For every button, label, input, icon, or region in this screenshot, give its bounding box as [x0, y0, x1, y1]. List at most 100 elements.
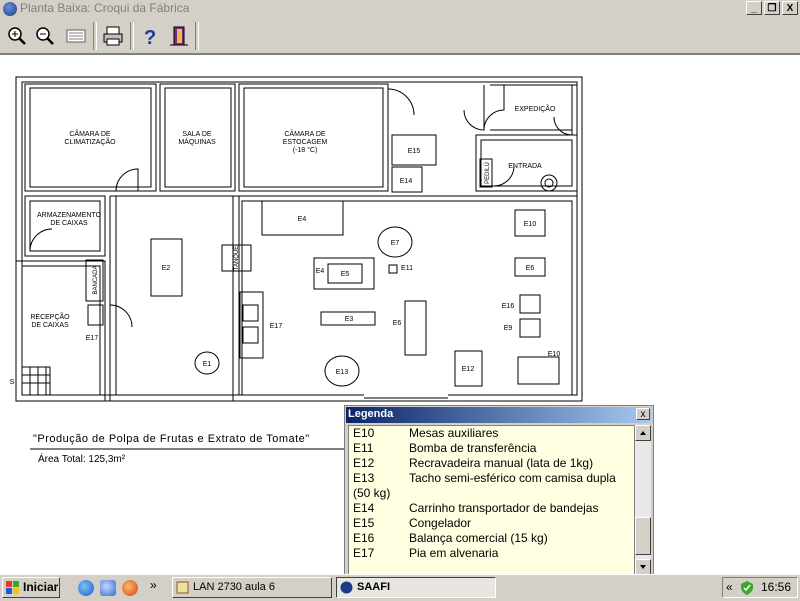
equipment-label: E10 [548, 351, 561, 358]
legend-window[interactable]: Legenda x E10 Mesas auxiliares E11 Bomba d… [344, 405, 654, 577]
equipment-label: E14 [400, 178, 413, 185]
security-shield-icon[interactable] [739, 580, 755, 596]
equipment-label: E2 [162, 265, 171, 272]
legend-desc: Carrinho transportador de bandejas [409, 501, 599, 515]
legend-desc: Mesas auxiliares [409, 426, 499, 440]
room-label: SALA DE [182, 131, 212, 138]
legend-desc: Tacho semi-esférico com camisa dupla [409, 471, 616, 485]
room-label: ESTOCAGEM [283, 139, 328, 146]
start-button[interactable]: Iniciar [2, 577, 60, 598]
legend-desc: Congelador [409, 516, 472, 530]
equipment-label: E17 [270, 323, 283, 330]
maximize-button[interactable]: ❐ [764, 1, 780, 15]
window-title: Planta Baixa: Croqui da Fábrica [20, 1, 190, 15]
title-bar: Planta Baixa: Croqui da Fábrica _ ❐ X [0, 0, 800, 18]
room-label: DE CAIXAS [50, 220, 88, 227]
scroll-thumb[interactable] [635, 517, 651, 555]
legend-code: E15 [353, 516, 375, 530]
legend-desc-continued: (50 kg) [353, 486, 391, 500]
equipment-label: E13 [336, 369, 349, 376]
task-saafi[interactable]: SAAFI [336, 577, 496, 598]
legend-item: E12 Recravadeira manual (lata de 1kg) [349, 456, 634, 471]
room-label: RECEPÇÃO [30, 312, 70, 321]
quicklaunch-chevron[interactable]: » [150, 578, 157, 592]
arrow-down-icon [640, 565, 646, 569]
legend-desc: Recravadeira manual (lata de 1kg) [409, 456, 594, 470]
room-label: CLIMATIZAÇÃO [64, 137, 116, 146]
document-icon [176, 581, 189, 594]
legend-item: E16 Balança comercial (15 kg) [349, 531, 634, 546]
plan-caption: "Produção de Polpa de Frutas e Extrato d… [33, 433, 310, 445]
equipment-label: E9 [504, 325, 513, 332]
print-icon [103, 26, 123, 46]
legend-desc: Bomba de transferência [409, 441, 537, 455]
legend-item: E11 Bomba de transferência [349, 441, 634, 456]
internet-explorer-icon[interactable] [78, 580, 94, 596]
room-label: DE CAIXAS [31, 322, 69, 329]
room-label: ENTRADA [508, 163, 542, 170]
toolbar: ? [0, 19, 800, 54]
legend-list: E10 Mesas auxiliares E11 Bomba de transfer… [348, 425, 635, 575]
legend-code: E14 [353, 501, 375, 515]
zoom-out-button[interactable] [32, 23, 58, 49]
task-label: SAAFI [357, 581, 390, 593]
page-view-button[interactable] [63, 23, 89, 49]
room-label: MÁQUINAS [178, 137, 216, 146]
zoom-out-icon [36, 27, 54, 45]
windows-flag-icon [6, 581, 19, 594]
minimize-button[interactable]: _ [746, 1, 762, 15]
legend-item: E14 Carrinho transportador de bandejas [349, 501, 634, 516]
help-icon: ? [144, 27, 156, 49]
legend-close-button[interactable]: x [636, 408, 650, 420]
legend-desc: Balança comercial (15 kg) [409, 531, 548, 545]
scroll-up-button[interactable] [635, 425, 651, 441]
legend-code: E10 [353, 426, 375, 440]
legend-item: E13 Tacho semi-esférico com camisa dupla [349, 471, 634, 486]
legend-item: E15 Congelador [349, 516, 634, 531]
scroll-down-button[interactable] [635, 559, 651, 575]
exit-door-icon [170, 26, 188, 46]
saafi-icon [340, 581, 353, 594]
start-label: Iniciar [23, 580, 59, 594]
equipment-label: E6 [526, 265, 535, 272]
task-lan-aula[interactable]: LAN 2730 aula 6 [172, 577, 332, 598]
equipment-label: E4 [316, 268, 325, 275]
room-label: BANCADA [93, 265, 99, 294]
zoom-in-icon [8, 27, 26, 45]
app-icon[interactable] [3, 2, 17, 16]
room-label: CÂMARA DE [284, 129, 326, 138]
arrow-up-icon [640, 431, 646, 435]
zoom-in-button[interactable] [4, 23, 30, 49]
page-view-icon [66, 29, 86, 43]
room-label: ARMAZENAMENTO [37, 212, 102, 219]
room-label: EXPEDIÇÃO [515, 104, 556, 113]
firefox-icon[interactable] [122, 580, 138, 596]
toolbar-separator [195, 22, 199, 50]
legend-code: E12 [353, 456, 375, 470]
desktop-icon[interactable] [100, 580, 116, 596]
room-label: TANQUE [234, 246, 240, 271]
help-button[interactable]: ? [137, 23, 163, 49]
equipment-label: E5 [341, 271, 350, 278]
equipment-label: E16 [502, 303, 515, 310]
room-label: CÂMARA DE [69, 129, 111, 138]
close-button[interactable]: X [782, 1, 798, 15]
legend-title-bar[interactable]: Legenda x [346, 407, 652, 423]
equipment-label: E12 [462, 366, 475, 373]
equipment-label: E17 [86, 335, 99, 342]
legend-code: E17 [353, 546, 375, 560]
print-button[interactable] [100, 23, 126, 49]
equipment-label: E1 [203, 361, 212, 368]
legend-code: E11 [353, 441, 374, 455]
legend-scrollbar[interactable] [635, 425, 651, 575]
equipment-label: E4 [298, 216, 307, 223]
exit-button[interactable] [166, 23, 192, 49]
equipment-label: E11 [401, 265, 413, 272]
legend-title: Legenda [348, 408, 394, 420]
legend-code: E16 [353, 531, 375, 545]
tray-chevron[interactable]: « [726, 578, 733, 597]
equipment-label: E10 [524, 221, 537, 228]
system-tray: « 16:56 [722, 577, 798, 598]
toolbar-separator [130, 22, 134, 50]
legend-item: E10 Mesas auxiliares [349, 426, 634, 441]
